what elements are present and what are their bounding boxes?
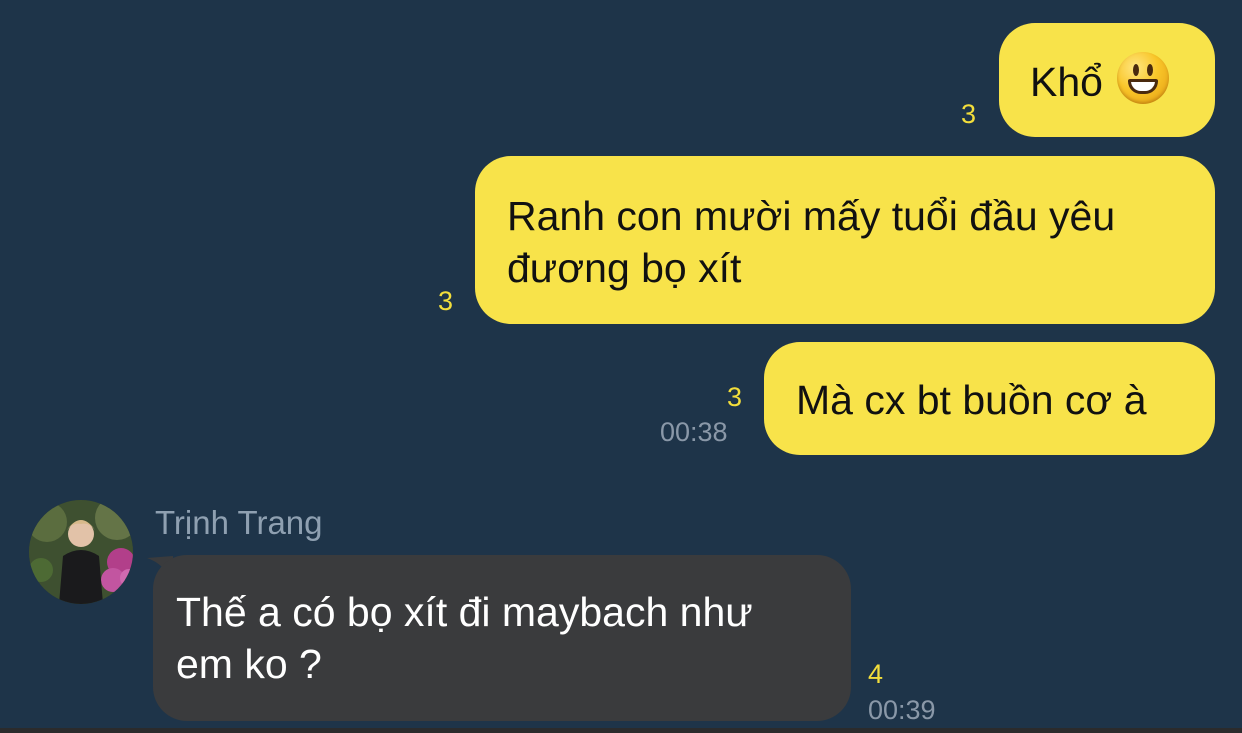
message-timestamp: 00:39: [868, 695, 936, 725]
avatar-photo-icon: [29, 500, 133, 604]
read-count: 4: [868, 659, 884, 689]
read-count: 3: [438, 286, 454, 316]
message-bubble-incoming[interactable]: Thế a có bọ xít đi maybach như em ko ?: [153, 555, 851, 721]
message-text-line: em ko ?: [176, 641, 322, 687]
chat-area[interactable]: 3 Khổ 3 Ranh con mười mấy tuổi đầu yêu đ…: [0, 0, 1242, 733]
message-text-line: Ranh con mười mấy tuổi đầu yêu: [507, 193, 1116, 239]
avatar[interactable]: [29, 500, 133, 604]
message-text: Mà cx bt buồn cơ à: [796, 377, 1147, 423]
message-text-line: Thế a có bọ xít đi maybach như: [176, 589, 753, 635]
message-bubble-outgoing[interactable]: Mà cx bt buồn cơ à: [764, 342, 1215, 455]
message-bubble-outgoing[interactable]: Ranh con mười mấy tuổi đầu yêu đương bọ …: [475, 156, 1215, 324]
message-text-line: đương bọ xít: [507, 245, 742, 291]
read-count: 3: [961, 99, 977, 129]
sender-name: Trịnh Trang: [155, 504, 323, 541]
read-count: 3: [727, 382, 743, 412]
bottom-divider: [0, 728, 1242, 733]
message-bubble-outgoing[interactable]: Khổ: [999, 23, 1215, 137]
message-text: Khổ: [1030, 59, 1103, 105]
grinning-face-emoji-icon: [1116, 52, 1169, 104]
message-timestamp: 00:38: [660, 417, 728, 447]
